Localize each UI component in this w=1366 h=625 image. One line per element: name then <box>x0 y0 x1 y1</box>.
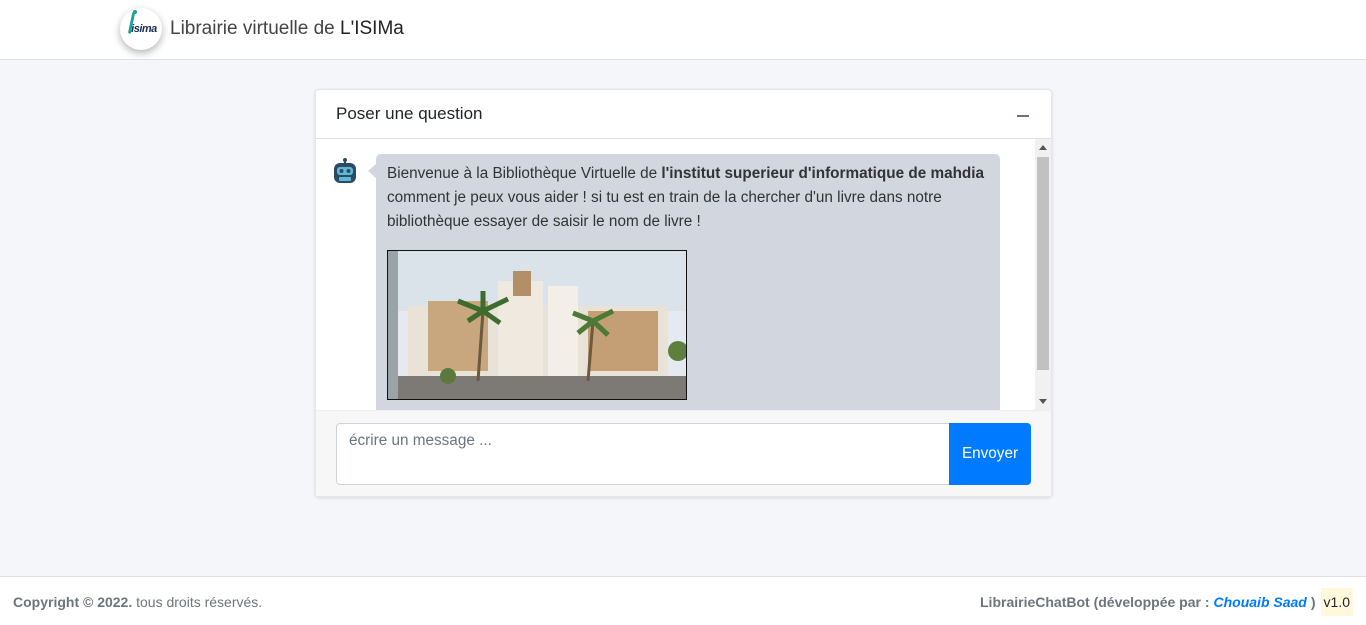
chat-messages[interactable]: Bienvenue à la Bibliothèque Virtuelle de… <box>316 139 1051 410</box>
author-link[interactable]: Chouaib Saad <box>1214 594 1307 610</box>
chat-card: Poser une question Bienvenue à la Biblio… <box>315 89 1052 497</box>
robot-icon <box>334 158 356 183</box>
message-input[interactable] <box>336 423 950 485</box>
scroll-up-arrow-icon[interactable] <box>1039 145 1047 150</box>
scroll-down-arrow-icon[interactable] <box>1039 399 1047 404</box>
copyright: Copyright © 2022. tous droits réservés. <box>13 594 262 610</box>
bot-message-text-end: comment je peux vous aider ! si tu est e… <box>387 189 942 230</box>
copyright-bold: Copyright © 2022. <box>13 594 133 610</box>
chat-input-area: Envoyer <box>316 410 1051 496</box>
chat-header: Poser une question <box>316 90 1051 139</box>
top-navbar: isima Librairie virtuelle de L'ISIMa <box>0 0 1366 60</box>
brand-title-prefix: Librairie virtuelle de <box>170 18 341 39</box>
brand-link[interactable]: isima Librairie virtuelle de L'ISIMa <box>120 8 404 50</box>
page-footer: Copyright © 2022. tous droits réservés. … <box>0 576 1366 625</box>
bot-message-bubble: Bienvenue à la Bibliothèque Virtuelle de… <box>368 154 1000 410</box>
bot-message-text: Bienvenue à la Bibliothèque Virtuelle de <box>387 165 662 182</box>
credits: LibrairieChatBot (développée par : Choua… <box>980 588 1353 616</box>
dev-suffix: ) <box>1310 594 1316 610</box>
chat-scrollbar[interactable] <box>1035 139 1051 410</box>
copyright-rest: tous droits réservés. <box>132 594 263 610</box>
brand-title: Librairie virtuelle de L'ISIMa <box>170 18 404 40</box>
scroll-thumb[interactable] <box>1037 157 1049 370</box>
isima-logo: isima <box>120 8 162 50</box>
isima-building-image <box>387 250 687 400</box>
dev-prefix: (développée par : <box>1093 594 1210 610</box>
collapse-minus-icon[interactable] <box>1017 107 1031 121</box>
chat-title: Poser une question <box>336 104 483 123</box>
bot-message-bold: l'institut superieur d'informatique de m… <box>661 165 985 182</box>
send-button[interactable]: Envoyer <box>949 423 1031 485</box>
brand-title-strong: L'ISIMa <box>340 18 404 39</box>
app-name: LibrairieChatBot <box>980 594 1090 610</box>
version-badge: v1.0 <box>1320 588 1353 616</box>
